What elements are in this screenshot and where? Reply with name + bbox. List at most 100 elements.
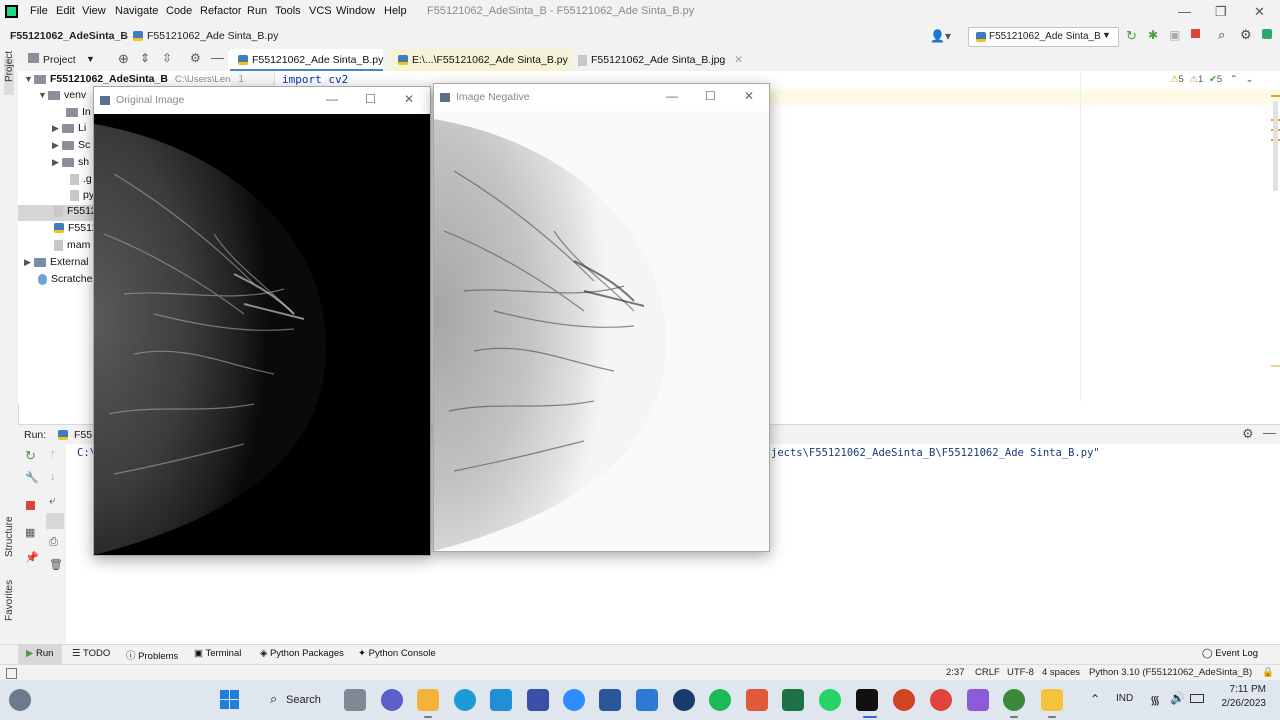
scroll-to-end-icon[interactable] [46, 513, 64, 529]
error-stripe-marker[interactable] [1271, 365, 1280, 367]
speaker-icon[interactable]: 🔊 [1170, 691, 1185, 705]
close-icon[interactable]: ✕ [734, 54, 743, 66]
tree-item[interactable]: In [66, 106, 91, 122]
word-icon[interactable] [599, 689, 621, 711]
minimize-button[interactable]: — [1178, 4, 1191, 19]
gear-icon[interactable]: ⚙ [1242, 426, 1254, 442]
app-l-icon[interactable] [490, 689, 512, 711]
tree-item[interactable]: ▶ Sc [52, 139, 90, 155]
debug-icon[interactable]: ✱ [1148, 28, 1158, 42]
event-log-tab[interactable]: ◯ Event Log [1202, 648, 1258, 659]
tab-external-file[interactable]: E:\...\F55121062_Ade Sinta_B.py ✕ [390, 49, 586, 71]
menu-tools[interactable]: Tools [275, 5, 301, 17]
window-title-bar[interactable]: Original Image — ☐ ✕ [94, 87, 430, 115]
rerun-icon[interactable]: ↻ [25, 448, 36, 464]
tab-image-file[interactable]: F55121062_Ade Sinta_B.jpg ✕ [570, 49, 751, 71]
arrow-up-icon[interactable]: ↑ [50, 448, 56, 460]
rerun-icon[interactable]: ↻ [1126, 28, 1137, 44]
image-negative-window[interactable]: Image Negative — ☐ ✕ [433, 83, 770, 552]
inspection-widget[interactable]: ⚠5 ⚠1 ✔5 ⌃ ⌄ [1170, 74, 1253, 85]
tool-tab-problems[interactable]: ⓘ Problems [126, 648, 178, 662]
wifi-icon[interactable]: ᯾ [1150, 691, 1160, 708]
menu-run[interactable]: Run [247, 5, 267, 17]
stop-icon[interactable] [1191, 29, 1200, 38]
menu-edit[interactable]: Edit [56, 5, 75, 17]
figma-icon[interactable] [746, 689, 768, 711]
plugin-icon[interactable] [1262, 29, 1272, 39]
tree-item[interactable]: ▶ Li [52, 122, 86, 138]
tree-item[interactable]: py [70, 189, 94, 205]
vscode-icon[interactable] [636, 689, 658, 711]
zoom-icon[interactable] [563, 689, 585, 711]
tool-tab-todo[interactable]: ☰ TODO [72, 648, 110, 659]
menu-view[interactable]: View [82, 5, 106, 17]
coverage-icon[interactable]: ▣ [1169, 28, 1180, 42]
excel-icon[interactable] [782, 689, 804, 711]
clock-date[interactable]: 2/26/2023 [1216, 698, 1267, 709]
breadcrumb-file[interactable]: F55121062_Ade Sinta_B.py [147, 30, 278, 42]
close-button[interactable]: ✕ [744, 89, 754, 103]
print-icon[interactable]: ⎙ [49, 536, 58, 549]
gear-icon[interactable]: ⚙ [1240, 27, 1252, 43]
run-config-select[interactable]: F55121062_Ade Sinta_B ▼ [968, 27, 1119, 47]
chat-icon[interactable] [381, 689, 403, 711]
tree-item-scratches[interactable]: Scratches [38, 273, 98, 289]
project-panel-title[interactable]: Project [43, 54, 76, 66]
soft-wrap-icon[interactable]: ⤶ [49, 493, 56, 508]
tab-editor-file[interactable]: F55121062_Ade Sinta_B.py ✕ [230, 49, 401, 71]
file-encoding[interactable]: UTF-8 [1007, 667, 1034, 678]
menu-navigate[interactable]: Navigate [115, 5, 158, 17]
menu-vcs[interactable]: VCS [309, 5, 332, 17]
arrow-down-icon[interactable]: ↓ [50, 471, 56, 483]
clock-time[interactable]: 7:11 PM [1218, 684, 1267, 695]
app-w-icon[interactable] [673, 689, 695, 711]
powerpoint-icon[interactable] [893, 689, 915, 711]
edge-icon[interactable] [454, 689, 476, 711]
indent-setting[interactable]: 4 spaces [1042, 667, 1080, 678]
minimize-button[interactable]: — [666, 89, 678, 103]
menu-code[interactable]: Code [166, 5, 192, 17]
minimize-button[interactable]: — [326, 92, 338, 106]
editor-scrollbar[interactable] [1273, 101, 1278, 191]
file-explorer-icon[interactable] [417, 689, 439, 711]
tree-item-external-libraries[interactable]: ▶ External [24, 256, 89, 272]
stop-icon[interactable] [26, 501, 35, 510]
menu-help[interactable]: Help [384, 5, 407, 17]
gear-icon[interactable]: ⚙ [190, 51, 201, 65]
language-indicator[interactable]: IND [1116, 693, 1133, 704]
battery-icon[interactable] [1190, 694, 1204, 703]
tool-tab-terminal[interactable]: ▣ Terminal [194, 648, 241, 659]
tree-item[interactable]: F5512 [54, 222, 98, 238]
hide-icon[interactable]: — [211, 50, 224, 65]
dev-app-icon[interactable] [527, 689, 549, 711]
chevron-up-icon[interactable]: ⌃ [1090, 692, 1100, 706]
project-tool-tab[interactable]: Project [4, 51, 15, 82]
tool-tab-run[interactable]: ▶ Run [26, 648, 53, 659]
interpreter[interactable]: Python 3.10 (F55121062_AdeSinta_B) [1089, 667, 1252, 678]
tree-item-venv[interactable]: ▼ venv [38, 89, 86, 105]
expand-all-icon[interactable]: ⇕ [140, 51, 150, 65]
maximize-button[interactable]: ☐ [705, 89, 716, 103]
tree-item[interactable]: .g [70, 173, 92, 189]
breadcrumb-project[interactable]: F55121062_AdeSinta_B [10, 30, 128, 42]
error-stripe-marker[interactable] [1271, 95, 1280, 97]
start-button[interactable] [219, 689, 241, 711]
lock-icon[interactable]: 🔒 [1262, 667, 1274, 678]
menu-file[interactable]: File [30, 5, 48, 17]
task-view-icon[interactable] [344, 689, 366, 711]
search-icon[interactable]: ⌕ [1218, 27, 1225, 43]
python-icon[interactable] [1041, 689, 1063, 711]
tree-item[interactable]: mam [54, 239, 90, 255]
trash-icon[interactable]: 🗑 [49, 558, 63, 571]
pin-icon[interactable]: 📌 [25, 551, 39, 564]
pycharm-icon[interactable] [856, 689, 878, 711]
spotify-icon[interactable] [709, 689, 731, 711]
tool-tab-python-packages[interactable]: ◈ Python Packages [260, 648, 344, 659]
wrench-icon[interactable]: 🔧 [25, 471, 39, 484]
structure-tool-tab[interactable]: Structure [4, 516, 15, 557]
caret-position[interactable]: 2:37 [946, 667, 965, 678]
menu-window[interactable]: Window [336, 5, 375, 17]
chevron-up-icon[interactable]: ⌃ [1230, 74, 1238, 85]
original-image-window[interactable]: Original Image — ☐ ✕ [93, 86, 431, 556]
maximize-button[interactable]: ☐ [365, 92, 376, 106]
